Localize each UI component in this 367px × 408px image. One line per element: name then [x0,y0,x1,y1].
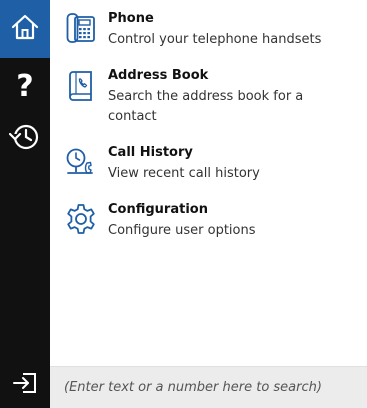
menu-item-title: Address Book [108,68,209,83]
menu-item-title: Configuration [108,202,208,217]
configuration-icon [64,201,98,237]
phone-icon [64,10,98,46]
app-window: ? Phone Control your telephone handsets … [0,0,367,408]
menu-item-phone[interactable]: Phone Control your telephone handsets [50,10,367,56]
home-icon [10,13,40,45]
call-history-icon [64,144,98,180]
sidebar-help-button[interactable]: ? [0,66,50,108]
sidebar-history-button[interactable] [0,118,50,160]
menu-item-title: Call History [108,145,193,160]
menu-item-title: Phone [108,11,154,26]
search-input[interactable] [50,367,367,408]
menu-item-call-history[interactable]: Call History View recent call history [50,144,367,190]
logout-icon [12,371,38,399]
menu-item-address-book[interactable]: Address Book Search the address book for… [50,67,367,127]
history-icon [8,122,41,156]
sidebar: ? [0,0,50,408]
menu-item-description: Search the address book for a contact [108,89,304,124]
sidebar-home-button[interactable] [0,0,50,58]
address-book-icon [64,68,98,104]
sidebar-logout-button[interactable] [0,365,50,405]
menu-item-description: Control your telephone handsets [108,32,322,47]
menu-item-description: View recent call history [108,166,260,181]
search-bar [50,366,367,408]
menu-item-configuration[interactable]: Configuration Configure user options [50,201,367,247]
help-icon: ? [16,69,34,104]
menu-item-description: Configure user options [108,223,256,238]
